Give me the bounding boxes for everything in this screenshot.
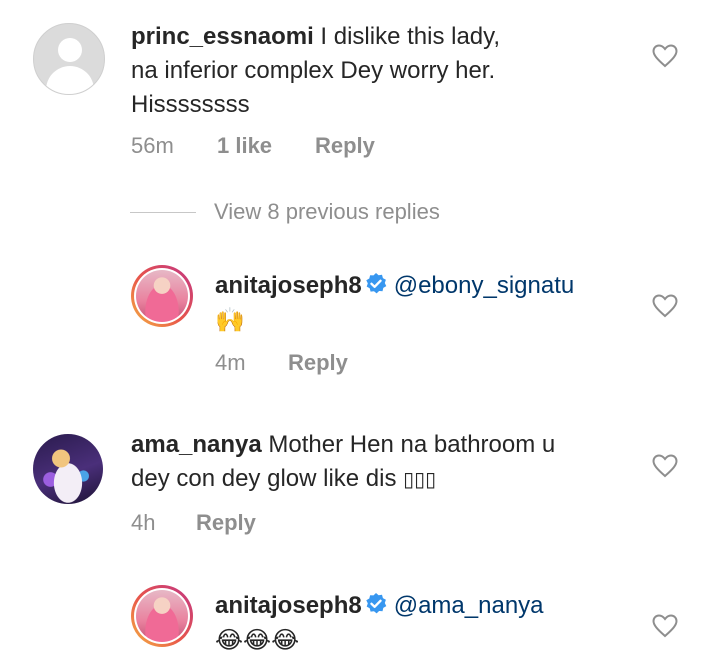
comment-meta: 56m 1 like Reply: [131, 133, 375, 159]
comment-username[interactable]: princ_essnaomi: [131, 23, 314, 50]
comment-time: 4m: [215, 350, 246, 375]
heart-outline-icon[interactable]: [652, 44, 678, 68]
comment-meta: 4m Reply: [215, 350, 348, 376]
comment-emoji: 😂😂😂: [215, 626, 300, 654]
avatar[interactable]: [33, 23, 105, 95]
reply-button[interactable]: Reply: [288, 350, 348, 376]
verified-badge-icon: [366, 593, 387, 614]
comment-time: 56m: [131, 133, 174, 158]
comment-likes[interactable]: 1 like: [217, 133, 315, 159]
comment-text: anitajoseph8 @ama_nanya 😂😂😂: [215, 589, 645, 658]
verified-badge-icon: [366, 273, 387, 294]
comment-text: ama_nanya Mother Hen na bathroom u dey c…: [131, 431, 556, 492]
reply-button[interactable]: Reply: [315, 133, 375, 159]
unrendered-emoji: ▯▯▯: [403, 469, 437, 491]
mention-link[interactable]: @ebony_signatu: [394, 272, 575, 299]
view-replies-label[interactable]: View 8 previous replies: [214, 199, 440, 225]
avatar[interactable]: [131, 585, 193, 647]
comment-emoji: 🙌: [215, 306, 245, 334]
avatar[interactable]: [33, 434, 103, 504]
heart-outline-icon[interactable]: [652, 454, 678, 478]
heart-outline-icon[interactable]: [652, 294, 678, 318]
heart-outline-icon[interactable]: [652, 614, 678, 638]
divider: [130, 211, 196, 213]
comment-username[interactable]: anitajoseph8: [215, 272, 362, 299]
reply-button[interactable]: Reply: [196, 510, 256, 536]
avatar[interactable]: [131, 265, 193, 327]
comment-username[interactable]: anitajoseph8: [215, 592, 362, 619]
comment-text: anitajoseph8 @ebony_signatu 🙌: [215, 269, 645, 338]
comment-meta: 4h Reply: [131, 510, 256, 536]
comment-time: 4h: [131, 510, 156, 535]
comment-text: princ_essnaomi I dislike this lady, na i…: [131, 23, 501, 118]
comment-username[interactable]: ama_nanya: [131, 431, 262, 458]
mention-link[interactable]: @ama_nanya: [394, 592, 544, 619]
view-previous-replies[interactable]: View 8 previous replies: [130, 199, 440, 225]
